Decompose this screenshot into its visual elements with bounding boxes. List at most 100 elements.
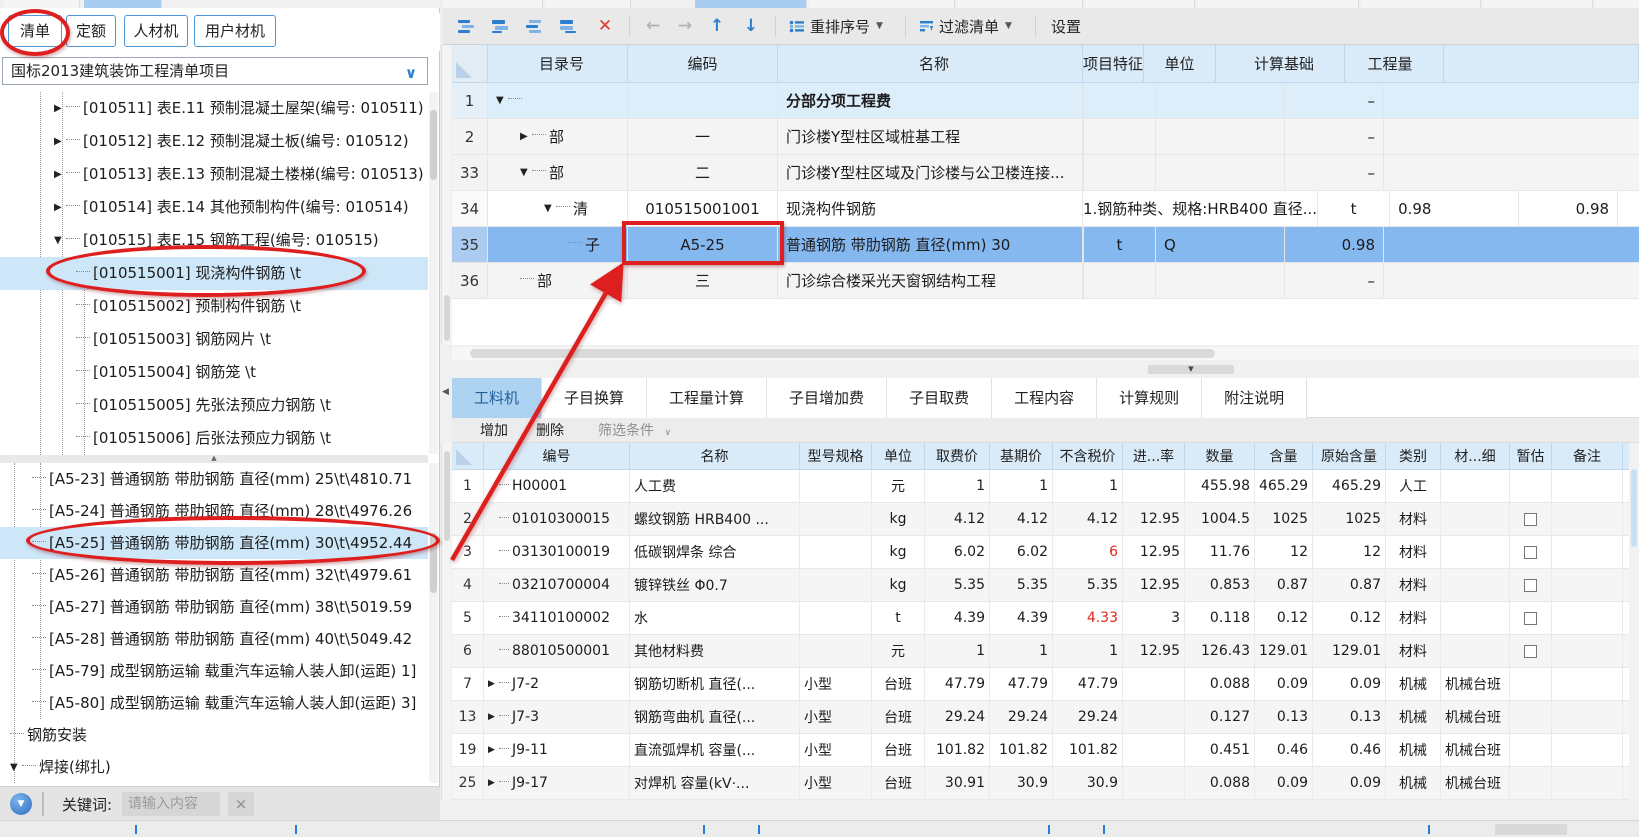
- table-row[interactable]: 36部三门诊综合楼采光天窗钢结构工程–: [452, 263, 1639, 299]
- table-row[interactable]: 1H00001人工费元111455.98465.29465.29人工: [452, 470, 1639, 503]
- detail-tab-2[interactable]: 子目换算: [542, 378, 647, 418]
- column-header[interactable]: 含量: [1255, 443, 1313, 469]
- detail-splitter[interactable]: ▼: [443, 362, 1639, 376]
- tree-item[interactable]: 钢筋安装: [0, 719, 428, 751]
- tree-item[interactable]: [A5-28] 普通钢筋 带肋钢筋 直径(mm) 40\t\5049.42: [0, 623, 428, 655]
- document-tab-stub[interactable]: [1085, 0, 1195, 8]
- tree-item[interactable]: [A5-26] 普通钢筋 带肋钢筋 直径(mm) 32\t\4979.61: [0, 559, 428, 591]
- detail-tab-7[interactable]: 计算规则: [1097, 378, 1202, 418]
- column-header[interactable]: 名称: [630, 443, 800, 469]
- column-header[interactable]: 单位: [872, 443, 925, 469]
- delete-row-icon[interactable]: ✕: [593, 8, 617, 44]
- column-header[interactable]: 编号: [484, 443, 630, 469]
- splitter-handle[interactable]: ▼: [1148, 365, 1234, 374]
- left-scrollbar[interactable]: [429, 92, 438, 454]
- column-header[interactable]: 计算基础: [1216, 45, 1345, 82]
- clear-icon[interactable]: ×: [228, 792, 254, 816]
- detail-tab-6[interactable]: 工程内容: [992, 378, 1097, 418]
- document-tab-stub[interactable]: [545, 0, 631, 8]
- column-header[interactable]: 目录号: [488, 45, 628, 82]
- tree-item[interactable]: ▶[010511] 表E.11 预制混凝土屋架(编号: 010511): [0, 92, 428, 125]
- forward-icon[interactable]: →: [673, 8, 697, 44]
- column-header[interactable]: 型号规格: [800, 443, 872, 469]
- expand-icon[interactable]: ▶: [488, 778, 499, 788]
- expand-icon[interactable]: ▶: [54, 158, 66, 191]
- detail-tab-3[interactable]: 工程量计算: [647, 378, 767, 418]
- tree-item[interactable]: [A5-79] 成型钢筋运输 载重汽车运输人装人卸(运距) 1]: [0, 655, 428, 687]
- scrollbar-thumb[interactable]: [1631, 469, 1637, 547]
- collapse-left-icon[interactable]: ◀: [442, 384, 451, 400]
- move-down-icon[interactable]: ↓: [739, 8, 763, 44]
- table-row[interactable]: 35子A5-25普通钢筋 带肋钢筋 直径(mm) 30tQ0.98: [452, 227, 1639, 263]
- detail-tab-4[interactable]: 子目增加费: [767, 378, 887, 418]
- document-tab-stub[interactable]: [1483, 0, 1593, 8]
- column-header[interactable]: 暂估: [1510, 443, 1552, 469]
- table-row[interactable]: 303130100019低碳钢焊条 综合kg6.026.02612.9511.7…: [452, 536, 1639, 569]
- quota-mode-button[interactable]: 定额: [66, 15, 116, 47]
- column-header[interactable]: 材...细: [1441, 443, 1510, 469]
- grid-scrollbar[interactable]: [441, 45, 451, 345]
- tree-item[interactable]: [A5-25] 普通钢筋 带肋钢筋 直径(mm) 30\t\4952.44: [0, 527, 428, 559]
- expand-icon[interactable]: ▶: [54, 191, 66, 224]
- detail-tab-8[interactable]: 附注说明: [1202, 378, 1307, 418]
- expand-icon[interactable]: ▶: [54, 125, 66, 158]
- keyword-input[interactable]: [122, 792, 220, 816]
- tree-item[interactable]: [010515002] 预制构件钢筋 \t: [0, 290, 428, 323]
- column-header[interactable]: 数量: [1185, 443, 1255, 469]
- filter-list-button[interactable]: 过滤清单▼: [919, 8, 1012, 44]
- tree-item[interactable]: [010515006] 后张法预应力钢筋 \t: [0, 422, 428, 455]
- tree-item[interactable]: ▶[010514] 表E.14 其他预制构件(编号: 010514): [0, 191, 428, 224]
- document-tab-stub[interactable]: [1361, 0, 1481, 8]
- table-row[interactable]: 33▼部二门诊楼Y型柱区域及门诊楼与公卫楼连接...–: [452, 155, 1639, 191]
- left-tab-stub-active[interactable]: [84, 0, 162, 8]
- column-header[interactable]: 项目特征: [1083, 45, 1144, 82]
- collapse-icon[interactable]: ▼: [520, 167, 532, 178]
- table-row[interactable]: 2▶部一门诊楼Y型柱区域桩基工程–: [452, 119, 1639, 155]
- tree-item[interactable]: ▼[010515] 表E.15 钢筋工程(编号: 010515): [0, 224, 428, 257]
- collapse-icon[interactable]: ▼: [54, 224, 66, 257]
- settings-button[interactable]: 设置: [1051, 8, 1081, 44]
- indent-row-icon[interactable]: [559, 8, 583, 44]
- left-tab-stub[interactable]: [4, 0, 80, 8]
- estimate-checkbox[interactable]: [1524, 612, 1537, 625]
- column-header[interactable]: 备注: [1552, 443, 1623, 469]
- tree-item[interactable]: [A5-27] 普通钢筋 带肋钢筋 直径(mm) 38\t\5019.59: [0, 591, 428, 623]
- tree-item[interactable]: ▼焊接(绑扎): [0, 751, 428, 783]
- collapse-icon[interactable]: ▼: [10, 752, 22, 784]
- tree-item[interactable]: [010515005] 先张法预应力钢筋 \t: [0, 389, 428, 422]
- expand-icon[interactable]: ▶: [54, 92, 66, 125]
- tree-item[interactable]: [010515001] 现浇构件钢筋 \t: [0, 257, 428, 290]
- table-row[interactable]: 19▶J9-11直流弧焊机 容量(...小型台班101.82101.82101.…: [452, 734, 1639, 767]
- tree-item[interactable]: [A5-23] 普通钢筋 带肋钢筋 直径(mm) 25\t\4810.71: [0, 463, 428, 495]
- column-header[interactable]: 编码: [628, 45, 778, 82]
- table-row[interactable]: 1▼分部分项工程费–: [452, 83, 1639, 119]
- expand-icon[interactable]: ▶: [520, 131, 532, 142]
- back-icon[interactable]: ←: [641, 8, 665, 44]
- move-up-icon[interactable]: ↑: [705, 8, 729, 44]
- document-tab-stub[interactable]: [957, 0, 1083, 8]
- column-header[interactable]: 工程量: [1345, 45, 1444, 82]
- column-header[interactable]: 不含税价: [1053, 443, 1123, 469]
- catalog-select[interactable]: 国标2013建筑装饰工程清单项目 ∨: [2, 57, 428, 85]
- insert-row-icon[interactable]: [457, 8, 481, 44]
- table-row[interactable]: 201010300015螺纹钢筋 HRB400 ...kg4.124.124.1…: [452, 503, 1639, 536]
- table-row[interactable]: 34▼清010515001001现浇构件钢筋1.钢筋种类、规格:HRB400 直…: [452, 191, 1639, 227]
- table-row[interactable]: 25▶J9-17对焊机 容量(kV·...小型台班30.9130.930.90.…: [452, 767, 1639, 800]
- document-tab-stub[interactable]: [809, 0, 955, 8]
- left-scrollbar[interactable]: [429, 463, 438, 783]
- tree-item[interactable]: [A5-24] 普通钢筋 带肋钢筋 直径(mm) 28\t\4976.26: [0, 495, 428, 527]
- detail-tab-5[interactable]: 子目取费: [887, 378, 992, 418]
- expand-icon[interactable]: ▶: [488, 679, 499, 689]
- add-button[interactable]: 增加: [480, 420, 508, 440]
- tree-item[interactable]: [010515004] 钢筋笼 \t: [0, 356, 428, 389]
- document-tab-stub-active[interactable]: [695, 0, 807, 8]
- document-tab-stub[interactable]: [443, 0, 543, 8]
- tree-item[interactable]: [A5-80] 成型钢筋运输 载重汽车运输人装人卸(运距) 3]: [0, 687, 428, 719]
- table-row[interactable]: 7▶J7-2钢筋切断机 直径(...小型台班47.7947.7947.790.0…: [452, 668, 1639, 701]
- expand-icon[interactable]: ▶: [488, 712, 499, 722]
- table-row[interactable]: 403210700004镀锌铁丝 Φ0.7kg5.355.355.3512.95…: [452, 569, 1639, 602]
- list-mode-button[interactable]: 清单: [8, 15, 62, 47]
- collapse-icon[interactable]: ▼: [496, 95, 508, 106]
- horizontal-scrollbar[interactable]: [452, 347, 1639, 360]
- estimate-checkbox[interactable]: [1524, 579, 1537, 592]
